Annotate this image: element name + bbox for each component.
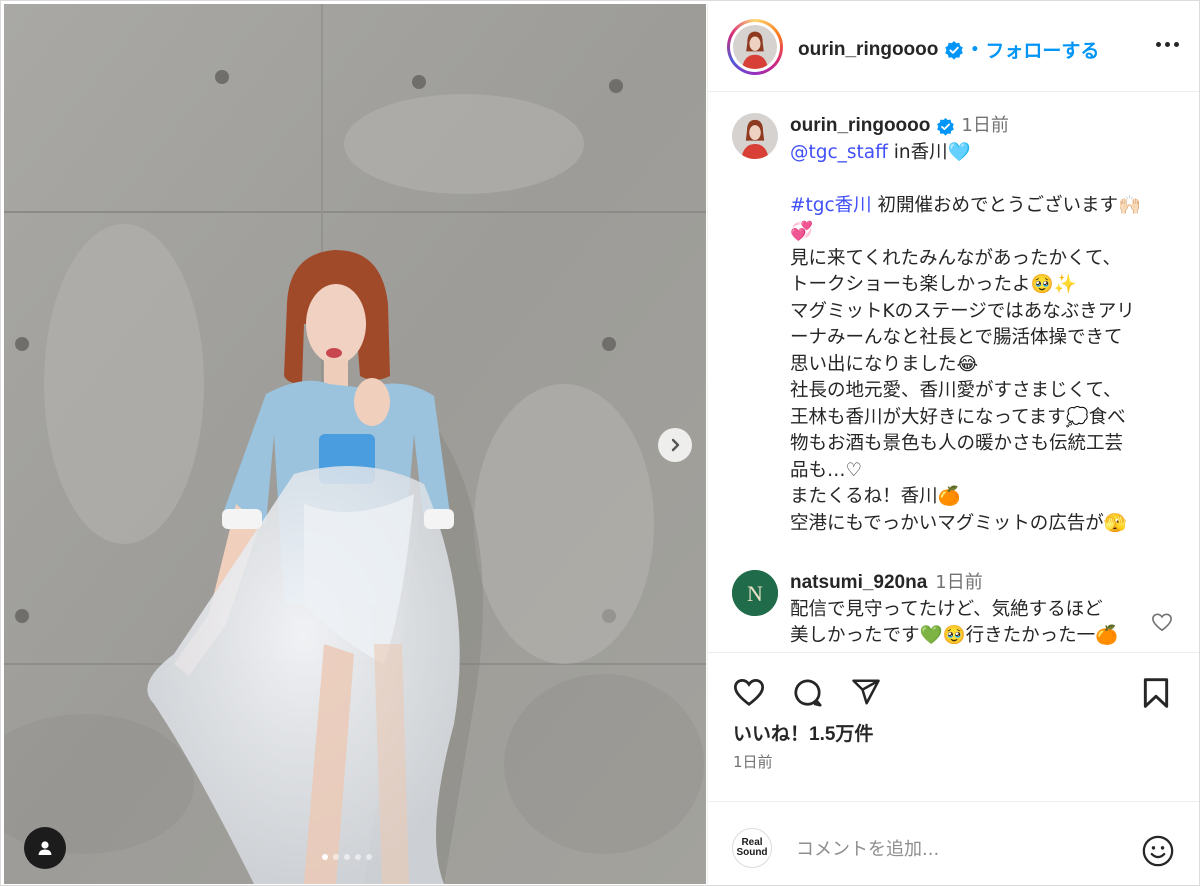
caption-line: 社長の地元愛、香川愛がすさまじくて、 [790, 380, 1122, 401]
caption-line: #tgc香川 初開催おめでとうございます🙌🏻 [790, 193, 1160, 220]
user-tag-icon [38, 841, 52, 855]
commenter-avatar[interactable]: N [732, 570, 778, 616]
caption-line: 💞 [790, 221, 814, 242]
verified-icon [945, 40, 964, 60]
save-button[interactable] [1142, 677, 1170, 713]
emoji-button[interactable] [1141, 834, 1175, 872]
comment-author[interactable]: natsumi_920na [790, 570, 927, 597]
avatar-image [732, 113, 778, 159]
post-photo [4, 4, 706, 884]
caption-line-text: 初開催おめでとうございます🙌🏻 [871, 194, 1142, 216]
caption-line: 思い出になりました😂 [790, 353, 979, 375]
like-button[interactable] [732, 677, 766, 711]
next-slide-button[interactable] [658, 428, 692, 462]
carousel-dot [366, 854, 372, 860]
follow-separator: • [970, 41, 980, 58]
carousel-dot [344, 854, 350, 860]
comment-like-button[interactable] [1151, 612, 1173, 636]
post-media[interactable] [4, 4, 706, 884]
likes-count[interactable]: いいね！1.5万件 [733, 719, 873, 746]
avatar-image: N [732, 570, 778, 616]
verified-icon [937, 117, 955, 136]
carousel-dot-active [322, 854, 328, 860]
share-button[interactable] [850, 677, 882, 711]
carousel-indicator [322, 854, 372, 860]
post-actions: いいね！1.5万件 1日前 Real Sound [708, 652, 1199, 884]
more-options-button[interactable] [1156, 42, 1179, 47]
comment-time: 1日前 [935, 572, 983, 593]
caption-area: ourin_ringoooo 1日前 @tgc_staff in香川🩵 #tgc… [708, 92, 1199, 652]
author-avatar[interactable] [727, 19, 783, 75]
caption-line: 王林も香川が大好きになってます💭食べ [790, 406, 1126, 428]
emoji-icon [1142, 835, 1174, 867]
caption-line: ーナみーんなと社長とで腸活体操できて [790, 327, 1123, 348]
more-icon [1156, 42, 1161, 47]
post-header: ourin_ringoooo • フォローする [708, 4, 1199, 92]
bookmark-icon [1143, 678, 1169, 708]
comment-icon [794, 679, 822, 707]
caption-author-avatar[interactable] [732, 113, 778, 159]
add-comment-row: Real Sound [708, 801, 1199, 885]
carousel-dot [333, 854, 339, 860]
caption-line: @tgc_staff in香川🩵 [790, 140, 1160, 167]
hashtag-link[interactable]: #tgc香川 [790, 195, 872, 216]
heart-icon [733, 679, 765, 706]
viewer-avatar: Real Sound [732, 828, 772, 868]
comment-button[interactable] [791, 676, 824, 713]
mention-link[interactable]: @tgc_staff [790, 142, 888, 163]
follow-button[interactable]: フォローする [985, 36, 1099, 63]
avatar-image [733, 25, 777, 69]
caption-line: マグミットKのステージではあなぶきアリ [790, 300, 1135, 322]
caption-line-text: in香川🩵 [887, 141, 971, 163]
post-frame: ourin_ringoooo • フォローする ourin_ringoooo 1… [0, 0, 1200, 886]
post-side-panel: ourin_ringoooo • フォローする ourin_ringoooo 1… [707, 4, 1199, 884]
carousel-dot [355, 854, 361, 860]
tagged-users-button[interactable] [24, 827, 66, 869]
caption-line: 空港にもでっかいマグミットの広告が🫣 [790, 512, 1127, 534]
logo-text: Sound [736, 847, 768, 858]
caption-line: 物もお酒も景色も人の暖かさも伝統工芸 [790, 433, 1124, 454]
caption: ourin_ringoooo 1日前 @tgc_staff in香川🩵 #tgc… [790, 113, 1160, 537]
caption-line: 品も…♡ [790, 459, 863, 481]
heart-icon [1152, 613, 1172, 632]
caption-author[interactable]: ourin_ringoooo [790, 113, 930, 140]
svg-text:N: N [747, 581, 763, 606]
post-date: 1日前 [733, 753, 773, 771]
comment-input[interactable] [796, 835, 1096, 863]
caption-line: 見に来てくれたみんながあったかくて、 [790, 247, 1121, 269]
share-icon [852, 679, 880, 705]
author-username[interactable]: ourin_ringoooo [798, 39, 938, 61]
comment: natsumi_920na 1日前 配信で見守ってたけど、気絶するほど 美しかっ… [790, 570, 1160, 650]
caption-time: 1日前 [961, 115, 1009, 136]
comment-line: 配信で見守ってたけど、気絶するほど [790, 598, 1103, 620]
caption-line: トークショーも楽しかったよ🥹✨ [790, 274, 1077, 295]
caption-line: またくるね！香川🍊 [790, 486, 961, 507]
comment-line: 美しかったです💚🥹行きたかった一🍊 [790, 625, 1119, 646]
chevron-right-icon [671, 438, 680, 452]
